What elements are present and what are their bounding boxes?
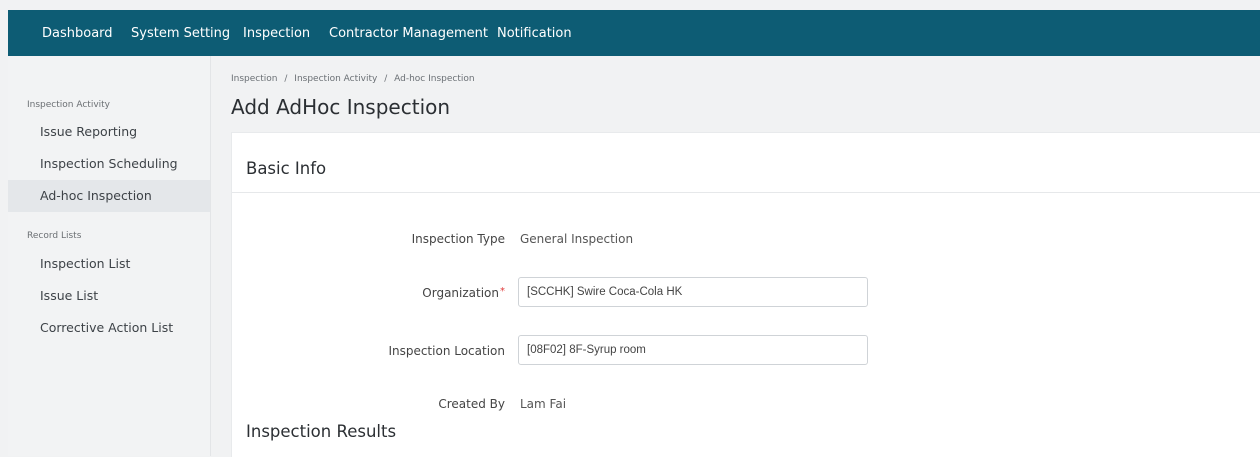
breadcrumb-separator: / (284, 74, 288, 84)
organization-field[interactable] (518, 277, 868, 307)
sidebar-item-label: Issue List (40, 288, 99, 303)
inspection-type-value: General Inspection (520, 232, 634, 246)
basic-info-title: Basic Info (246, 159, 327, 178)
sidebar-heading-inspection-activity: Inspection Activity (27, 100, 111, 110)
sidebar-item-issue-reporting[interactable]: Issue Reporting (8, 116, 210, 148)
sidebar-item-inspection-list[interactable]: Inspection List (8, 248, 210, 280)
card-divider (232, 192, 1260, 193)
nav-system-setting[interactable]: System Setting (131, 26, 230, 41)
inspection-results-title: Inspection Results (246, 422, 397, 441)
required-mark: * (500, 286, 505, 297)
sidebar: Inspection Activity Issue Reporting Insp… (8, 56, 211, 456)
breadcrumb: Inspection / Inspection Activity / Ad-ho… (231, 74, 475, 84)
sidebar-heading-record-lists: Record Lists (27, 231, 82, 241)
breadcrumb-item-inspection-activity[interactable]: Inspection Activity (294, 74, 377, 84)
nav-contractor-management[interactable]: Contractor Management (329, 26, 488, 41)
sidebar-item-corrective-action-list[interactable]: Corrective Action List (8, 312, 210, 344)
nav-dashboard[interactable]: Dashboard (42, 26, 113, 41)
inspection-location-field[interactable] (518, 335, 868, 365)
breadcrumb-item-ad-hoc-inspection: Ad-hoc Inspection (394, 74, 475, 84)
sidebar-item-label: Inspection Scheduling (40, 156, 178, 171)
sidebar-item-issue-list[interactable]: Issue List (8, 280, 210, 312)
sidebar-item-label: Issue Reporting (40, 124, 138, 139)
inspection-location-label: Inspection Location (388, 344, 505, 358)
nav-inspection[interactable]: Inspection (243, 26, 310, 41)
basic-info-card: Basic Info Inspection Type General Inspe… (231, 132, 1260, 457)
nav-notification[interactable]: Notification (497, 26, 572, 41)
breadcrumb-item-inspection[interactable]: Inspection (231, 74, 278, 84)
organization-label: Organization (422, 286, 499, 300)
top-navigation: Dashboard System Setting Inspection Cont… (8, 10, 1260, 56)
sidebar-item-label: Ad-hoc Inspection (40, 188, 152, 203)
sidebar-item-inspection-scheduling[interactable]: Inspection Scheduling (8, 148, 210, 180)
created-by-value: Lam Fai (520, 397, 567, 411)
breadcrumb-separator: / (384, 74, 388, 84)
sidebar-item-ad-hoc-inspection[interactable]: Ad-hoc Inspection (8, 180, 210, 212)
sidebar-item-label: Corrective Action List (40, 320, 174, 335)
inspection-type-label: Inspection Type (411, 232, 505, 246)
page-title: Add AdHoc Inspection (231, 95, 451, 119)
created-by-label: Created By (438, 397, 505, 411)
app-frame: Dashboard System Setting Inspection Cont… (8, 10, 1260, 457)
organization-label-group: Organization* (422, 286, 505, 300)
sidebar-item-label: Inspection List (40, 256, 131, 271)
